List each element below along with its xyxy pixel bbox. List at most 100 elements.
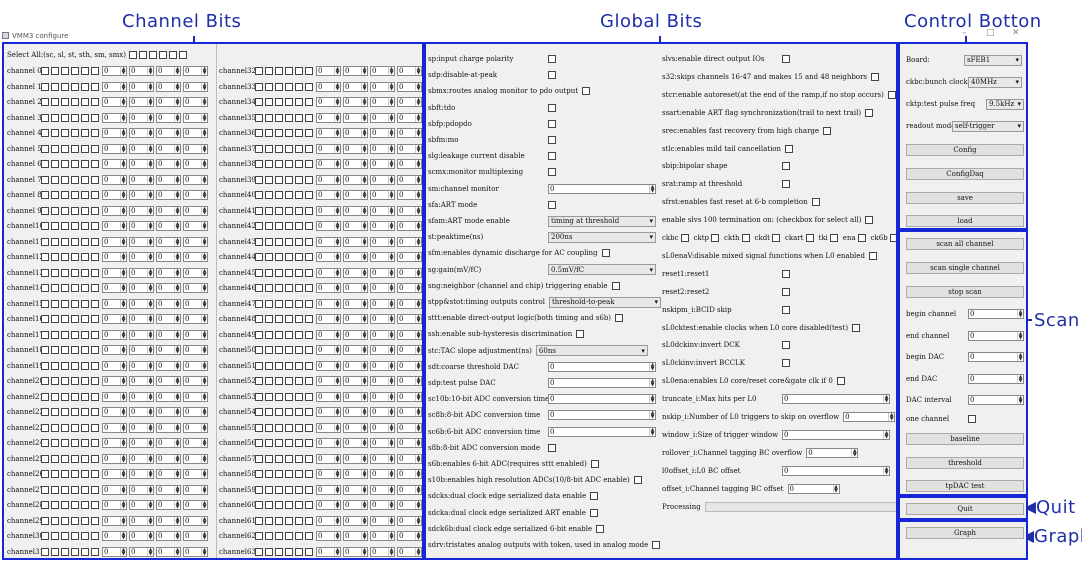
- channel-bit-checkbox[interactable]: [255, 82, 263, 91]
- channel-bit-checkbox[interactable]: [51, 82, 59, 91]
- channel-dac-spinbox[interactable]: 0 ▲ ▼: [370, 531, 395, 541]
- channel-bit-checkbox[interactable]: [81, 532, 89, 540]
- channel-dac-spinbox[interactable]: 0 ▲ ▼: [316, 345, 341, 355]
- channel-dac-spinbox[interactable]: 0 ▲ ▼: [316, 360, 341, 371]
- channel-bit-checkbox[interactable]: [295, 330, 303, 339]
- channel-dac-spinbox[interactable]: 0 ▲ ▼: [156, 469, 181, 479]
- channel-dac-spinbox[interactable]: 0 ▲ ▼: [102, 345, 127, 355]
- channel-bit-checkbox[interactable]: [91, 408, 99, 416]
- channel-dac-spinbox[interactable]: 0 ▲ ▼: [102, 360, 127, 371]
- channel-dac-spinbox[interactable]: 0 ▲ ▼: [129, 500, 154, 510]
- channel-bit-checkbox[interactable]: [61, 532, 69, 540]
- channel-bit-checkbox[interactable]: [41, 485, 49, 494]
- channel-dac-spinbox[interactable]: 0 ▲ ▼: [370, 546, 395, 557]
- scan-all-channel-button[interactable]: scan all channel: [906, 238, 1024, 250]
- channel-bit-checkbox[interactable]: [305, 423, 313, 432]
- channel-bit-checkbox[interactable]: [81, 547, 89, 556]
- channel-bit-checkbox[interactable]: [255, 175, 263, 184]
- channel-bit-checkbox[interactable]: [71, 330, 79, 339]
- channel-bit-checkbox[interactable]: [91, 67, 99, 75]
- channel-dac-spinbox[interactable]: 0 ▲ ▼: [397, 469, 422, 479]
- channel-bit-checkbox[interactable]: [265, 501, 273, 509]
- cktp-checkbox[interactable]: [711, 234, 720, 242]
- channel-dac-spinbox[interactable]: 0 ▲ ▼: [156, 267, 181, 278]
- channel-bit-checkbox[interactable]: [41, 361, 49, 370]
- channel-dac-spinbox[interactable]: 0 ▲ ▼: [102, 205, 127, 216]
- channel-bit-checkbox[interactable]: [265, 470, 273, 478]
- channel-dac-spinbox[interactable]: 0 ▲ ▼: [156, 438, 181, 448]
- channel-bit-checkbox[interactable]: [61, 237, 69, 246]
- channel-bit-checkbox[interactable]: [71, 454, 79, 463]
- channel-dac-spinbox[interactable]: 0 ▲ ▼: [156, 453, 181, 464]
- channel-dac-spinbox[interactable]: 0 ▲ ▼: [129, 112, 154, 123]
- scan-field-spinbox[interactable]: 0 ▲ ▼: [968, 373, 1024, 384]
- channel-bit-checkbox[interactable]: [61, 501, 69, 509]
- channel-dac-spinbox[interactable]: 0 ▲ ▼: [370, 345, 395, 355]
- channel-dac-spinbox[interactable]: 0 ▲ ▼: [370, 97, 395, 107]
- channel-bit-checkbox[interactable]: [275, 516, 283, 525]
- channel-dac-spinbox[interactable]: 0 ▲ ▼: [183, 531, 208, 541]
- channel-dac-spinbox[interactable]: 0 ▲ ▼: [370, 174, 395, 185]
- channel-dac-spinbox[interactable]: 0 ▲ ▼: [370, 66, 395, 76]
- channel-bit-checkbox[interactable]: [61, 330, 69, 339]
- channel-dac-spinbox[interactable]: 0 ▲ ▼: [183, 159, 208, 169]
- channel-bit-checkbox[interactable]: [61, 206, 69, 215]
- channel-bit-checkbox[interactable]: [265, 82, 273, 91]
- setting-spinbox[interactable]: 0 ▲ ▼: [787, 483, 840, 494]
- channel-dac-spinbox[interactable]: 0 ▲ ▼: [370, 329, 395, 340]
- channel-bit-checkbox[interactable]: [41, 439, 49, 447]
- channel-bit-checkbox[interactable]: [61, 516, 69, 525]
- channel-bit-checkbox[interactable]: [61, 160, 69, 168]
- channel-bit-checkbox[interactable]: [285, 532, 293, 540]
- channel-bit-checkbox[interactable]: [81, 439, 89, 447]
- channel-bit-checkbox[interactable]: [255, 160, 263, 168]
- setting-checkbox[interactable]: [611, 281, 620, 290]
- channel-bit-checkbox[interactable]: [255, 98, 263, 106]
- channel-dac-spinbox[interactable]: 0 ▲ ▼: [129, 546, 154, 557]
- setting-select[interactable]: 0.5mV/fC ▾: [548, 264, 656, 276]
- channel-dac-spinbox[interactable]: 0 ▲ ▼: [156, 190, 181, 200]
- channel-dac-spinbox[interactable]: 0 ▲ ▼: [156, 484, 181, 495]
- setting-spinbox[interactable]: 0 ▲ ▼: [548, 394, 656, 405]
- channel-bit-checkbox[interactable]: [61, 98, 69, 106]
- channel-bit-checkbox[interactable]: [71, 532, 79, 540]
- channel-bit-checkbox[interactable]: [51, 392, 59, 401]
- channel-bit-checkbox[interactable]: [41, 144, 49, 153]
- channel-bit-checkbox[interactable]: [71, 315, 79, 323]
- channel-bit-checkbox[interactable]: [265, 129, 273, 137]
- channel-bit-checkbox[interactable]: [295, 485, 303, 494]
- channel-bit-checkbox[interactable]: [285, 284, 293, 292]
- channel-bit-checkbox[interactable]: [305, 129, 313, 137]
- channel-dac-spinbox[interactable]: 0 ▲ ▼: [129, 376, 154, 386]
- setting-checkbox[interactable]: [590, 492, 599, 501]
- channel-dac-spinbox[interactable]: 0 ▲ ▼: [397, 531, 422, 541]
- channel-bit-checkbox[interactable]: [275, 315, 283, 323]
- channel-bit-checkbox[interactable]: [285, 470, 293, 478]
- channel-bit-checkbox[interactable]: [285, 222, 293, 230]
- channel-dac-spinbox[interactable]: 0 ▲ ▼: [183, 376, 208, 386]
- channel-bit-checkbox[interactable]: [285, 160, 293, 168]
- channel-bit-checkbox[interactable]: [91, 346, 99, 354]
- channel-bit-checkbox[interactable]: [51, 175, 59, 184]
- channel-dac-spinbox[interactable]: 0 ▲ ▼: [316, 81, 341, 92]
- channel-bit-checkbox[interactable]: [51, 470, 59, 478]
- channel-dac-spinbox[interactable]: 0 ▲ ▼: [129, 360, 154, 371]
- channel-bit-checkbox[interactable]: [265, 144, 273, 153]
- channel-bit-checkbox[interactable]: [61, 191, 69, 199]
- channel-bit-checkbox[interactable]: [255, 501, 263, 509]
- channel-bit-checkbox[interactable]: [275, 361, 283, 370]
- channel-dac-spinbox[interactable]: 0 ▲ ▼: [343, 469, 368, 479]
- channel-dac-spinbox[interactable]: 0 ▲ ▼: [156, 360, 181, 371]
- channel-bit-checkbox[interactable]: [61, 408, 69, 416]
- channel-dac-spinbox[interactable]: 0 ▲ ▼: [129, 128, 154, 138]
- channel-bit-checkbox[interactable]: [51, 268, 59, 277]
- channel-dac-spinbox[interactable]: 0 ▲ ▼: [102, 314, 127, 324]
- channel-bit-checkbox[interactable]: [295, 67, 303, 75]
- setting-checkbox[interactable]: [782, 359, 790, 368]
- channel-bit-checkbox[interactable]: [275, 206, 283, 215]
- channel-bit-checkbox[interactable]: [295, 377, 303, 385]
- channel-dac-spinbox[interactable]: 0 ▲ ▼: [183, 407, 208, 417]
- channel-bit-checkbox[interactable]: [41, 330, 49, 339]
- channel-bit-checkbox[interactable]: [305, 516, 313, 525]
- channel-bit-checkbox[interactable]: [61, 423, 69, 432]
